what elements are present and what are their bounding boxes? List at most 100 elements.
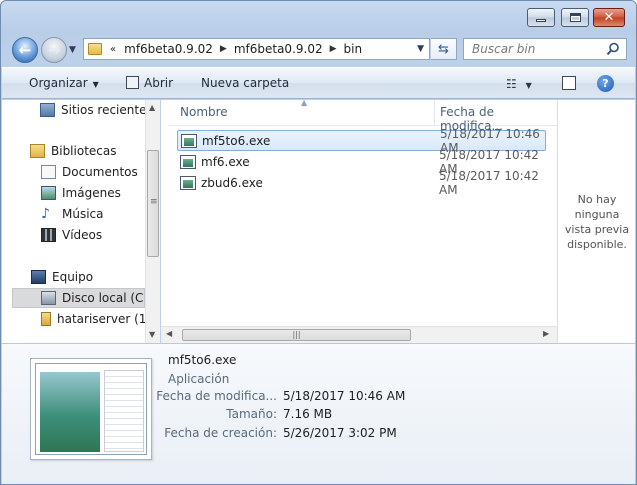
- refresh-icon: ⇆: [438, 41, 449, 57]
- change-view-button[interactable]: ☷ ▼: [506, 77, 532, 91]
- details-modified-label: Fecha de modifica...: [156, 389, 277, 403]
- nav-item-label: Imágenes: [62, 186, 121, 200]
- search-input[interactable]: [472, 42, 610, 56]
- back-button[interactable]: ←: [12, 37, 38, 63]
- chevron-down-icon: ▼: [92, 80, 99, 89]
- file-date: 5/18/2017 10:42 AM: [439, 168, 539, 197]
- recent-places-icon: [40, 103, 55, 117]
- scroll-left-icon[interactable]: ◀: [166, 329, 172, 338]
- nav-item-label: Disco local (C:): [62, 291, 145, 305]
- exe-file-icon: [180, 154, 196, 169]
- folder-icon: [88, 43, 102, 55]
- nav-item-label: Equipo: [52, 270, 94, 284]
- no-preview-message: No hay ninguna vista previa disponible.: [560, 192, 634, 252]
- exe-file-icon: [180, 175, 196, 190]
- details-file-type: Aplicación: [168, 372, 230, 386]
- new-folder-button[interactable]: Nueva carpeta: [201, 76, 289, 90]
- application-window-icon: [35, 363, 147, 455]
- file-thumbnail: [30, 358, 152, 460]
- exe-file-icon: [181, 133, 197, 148]
- local-disk-icon: [41, 291, 56, 305]
- nav-item-label: Bibliotecas: [51, 144, 117, 158]
- application-icon: [126, 76, 139, 89]
- music-icon: ♪: [41, 206, 50, 222]
- details-size-value: 7.16 MB: [283, 407, 333, 421]
- file-name: mf5to6.exe: [202, 133, 271, 148]
- maximize-icon: [569, 13, 581, 22]
- recent-pages-dropdown-icon[interactable]: ▼: [69, 45, 76, 55]
- nav-item-label: Vídeos: [62, 228, 103, 242]
- address-bar[interactable]: « mf6beta0.9.02 ▶ mf6beta0.9.02 ▶ bin ▼: [83, 38, 430, 60]
- close-icon: ✕: [603, 10, 615, 25]
- search-box[interactable]: [463, 38, 627, 60]
- address-dropdown-icon[interactable]: ▼: [417, 44, 424, 54]
- sort-ascending-icon: ▲: [301, 98, 308, 107]
- scroll-up-icon[interactable]: ▲: [149, 103, 155, 112]
- minimize-icon: [536, 19, 546, 22]
- details-size-label: Tamaño:: [226, 407, 277, 421]
- column-header-name[interactable]: Nombre: [180, 105, 228, 119]
- close-button[interactable]: ✕: [593, 8, 625, 27]
- scrollbar-thumb[interactable]: ≡: [147, 150, 159, 257]
- computer-icon: [31, 270, 46, 284]
- breadcrumb-item[interactable]: mf6beta0.9.02: [234, 42, 323, 56]
- forward-arrow-icon: →: [47, 41, 61, 59]
- scroll-down-icon[interactable]: ▼: [149, 330, 155, 339]
- details-file-name: mf5to6.exe: [168, 353, 237, 367]
- explorer-window: ✕ ← → ▼ « mf6beta0.9.02 ▶ mf6beta0.9.02 …: [0, 0, 637, 485]
- preview-pane: No hay ninguna vista previa disponible.: [557, 100, 635, 343]
- organize-label: Organizar: [29, 76, 88, 90]
- help-button[interactable]: ?: [597, 75, 614, 92]
- breadcrumb-item[interactable]: bin: [344, 42, 363, 56]
- breadcrumb-separator-icon[interactable]: ▶: [330, 44, 337, 54]
- file-list: ▲ Nombre Fecha de modifica... mf5to6.exe…: [161, 98, 557, 343]
- command-bar: Organizar ▼ Abrir Nueva carpeta ☷ ▼ ?: [2, 67, 635, 99]
- details-created-label: Fecha de creación:: [164, 426, 277, 440]
- new-folder-label: Nueva carpeta: [201, 76, 290, 90]
- refresh-button[interactable]: ⇆: [431, 38, 457, 60]
- videos-icon: [41, 228, 56, 242]
- libraries-icon: [30, 144, 45, 158]
- horizontal-scrollbar[interactable]: ◀ ||| ▶: [161, 326, 557, 343]
- nav-item-label: hatariserver (19.: [57, 312, 145, 326]
- breadcrumb-separator-icon[interactable]: ▶: [220, 44, 227, 54]
- details-modified-value[interactable]: 5/18/2017 10:46 AM: [283, 389, 405, 403]
- pictures-icon: [41, 186, 56, 200]
- no-preview-line: vista previa: [564, 223, 630, 236]
- scrollbar-thumb[interactable]: |||: [182, 329, 411, 341]
- organize-button[interactable]: Organizar ▼: [29, 76, 99, 90]
- preview-pane-toggle[interactable]: [562, 76, 576, 90]
- search-icon[interactable]: [606, 42, 620, 56]
- nav-item-local-disk[interactable]: Disco local (C:): [12, 288, 145, 308]
- grip-icon: |||: [292, 330, 301, 339]
- file-name: mf6.exe: [201, 154, 250, 169]
- forward-button[interactable]: →: [41, 37, 67, 63]
- thumbnail-sidebar: [104, 370, 144, 452]
- file-name: zbud6.exe: [201, 175, 263, 190]
- details-view-icon: ☷: [506, 77, 517, 91]
- address-overflow[interactable]: «: [110, 44, 116, 55]
- help-icon: ?: [602, 77, 609, 90]
- no-preview-line: ninguna: [574, 208, 620, 221]
- maximize-button[interactable]: [561, 8, 589, 27]
- minimize-button[interactable]: [527, 8, 555, 27]
- file-row[interactable]: zbud6.exe 5/18/2017 10:42 AM: [177, 169, 546, 197]
- nav-item-label: Documentos: [62, 165, 138, 179]
- breadcrumb-item[interactable]: mf6beta0.9.02: [124, 42, 213, 56]
- navigation-scrollbar[interactable]: ▲ ≡ ▼: [145, 100, 160, 343]
- details-created-value[interactable]: 5/26/2017 3:02 PM: [283, 426, 397, 440]
- no-preview-line: disponible.: [567, 238, 627, 251]
- no-preview-line: No hay: [577, 193, 617, 206]
- details-pane: mf5to6.exe Aplicación Fecha de modifica.…: [2, 343, 635, 484]
- chevron-down-icon: ▼: [525, 81, 532, 90]
- grip-icon: ≡: [150, 197, 158, 207]
- scroll-right-icon[interactable]: ▶: [543, 329, 549, 338]
- documents-icon: [41, 165, 56, 179]
- column-headers: ▲ Nombre Fecha de modifica...: [169, 98, 557, 133]
- open-label: Abrir: [144, 76, 174, 90]
- nav-item-label: Sitios recientes: [61, 103, 153, 117]
- column-divider[interactable]: [434, 100, 435, 126]
- open-button[interactable]: Abrir: [126, 76, 173, 90]
- nav-item-network-drive[interactable]: hatariserver (19.: [41, 309, 145, 329]
- back-arrow-icon: ←: [18, 41, 32, 59]
